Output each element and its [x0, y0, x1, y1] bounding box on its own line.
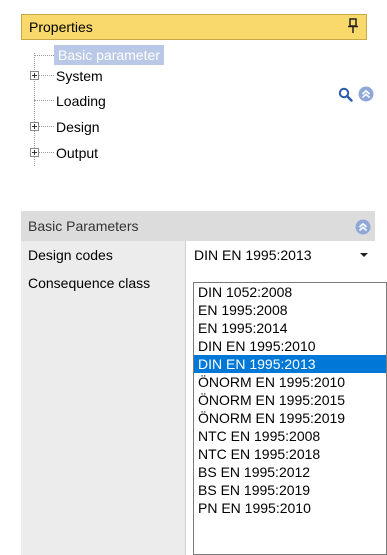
chevron-down-icon[interactable] [360, 253, 368, 257]
dropdown-option[interactable]: NTC EN 1995:2008 [194, 427, 386, 445]
chevron-up-circle-icon[interactable] [355, 219, 371, 235]
dropdown-option[interactable]: BS EN 1995:2012 [194, 463, 386, 481]
tree-item-label: System [56, 68, 103, 84]
tree-item-label: Loading [56, 93, 106, 109]
property-label-text: Consequence class [28, 275, 151, 291]
grid-empty-area [21, 297, 186, 555]
dropdown-option[interactable]: DIN EN 1995:2010 [194, 337, 386, 355]
dropdown-option-selected[interactable]: DIN EN 1995:2013 [194, 355, 386, 373]
properties-header: Properties [21, 14, 367, 40]
design-codes-value: DIN EN 1995:2013 [194, 247, 312, 263]
search-icon[interactable] [338, 87, 353, 102]
chevron-up-circle-icon[interactable] [358, 86, 374, 102]
tree-item-label: Output [56, 145, 99, 161]
dropdown-option[interactable]: NTC EN 1995:2018 [194, 445, 386, 463]
expand-plus-icon[interactable] [30, 148, 39, 157]
tree-item-label: Design [56, 119, 100, 135]
basic-parameters-title: Basic Parameters [28, 218, 139, 234]
expand-plus-icon[interactable] [30, 122, 39, 131]
property-label-text: Design codes [28, 247, 113, 263]
dropdown-option[interactable]: EN 1995:2014 [194, 319, 386, 337]
dropdown-option[interactable]: EN 1995:2008 [194, 301, 386, 319]
dropdown-option[interactable]: ÖNORM EN 1995:2019 [194, 409, 386, 427]
tree-connector [39, 126, 54, 127]
property-label: Design codes [21, 241, 186, 269]
tree-connector [39, 152, 54, 153]
dropdown-option[interactable]: BS EN 1995:2019 [194, 481, 386, 499]
property-label: Consequence class [21, 269, 186, 297]
pin-icon[interactable] [347, 18, 359, 34]
properties-title: Properties [29, 19, 93, 35]
navigation-tree: Basic parameter System Loading Design Ou… [26, 45, 346, 195]
tree-connector [34, 100, 54, 101]
basic-parameters-header: Basic Parameters [21, 211, 375, 241]
tree-connector [39, 75, 54, 76]
dropdown-option[interactable]: ÖNORM EN 1995:2015 [194, 391, 386, 409]
dropdown-option[interactable]: ÖNORM EN 1995:2010 [194, 373, 386, 391]
design-codes-select[interactable]: DIN EN 1995:2013 [186, 241, 375, 269]
dropdown-option[interactable]: DIN 1052:2008 [194, 283, 386, 301]
dropdown-option[interactable]: PN EN 1995:2010 [194, 499, 386, 517]
property-row-design-codes: Design codes DIN EN 1995:2013 [21, 241, 375, 269]
tree-item-label: Basic parameter [54, 45, 164, 65]
design-codes-dropdown-list[interactable]: DIN 1052:2008 EN 1995:2008 EN 1995:2014 … [193, 282, 387, 555]
tree-connector [34, 55, 54, 56]
expand-plus-icon[interactable] [30, 71, 39, 80]
